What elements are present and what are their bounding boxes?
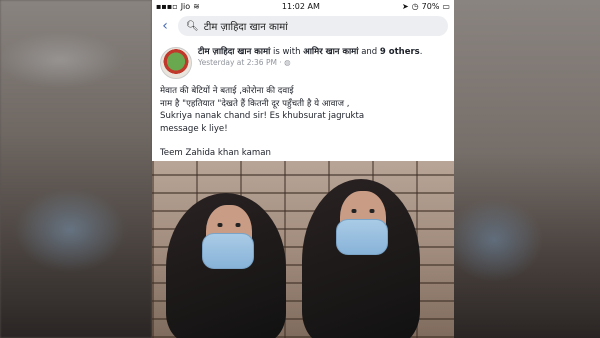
- search-icon: 🔍︎: [186, 20, 199, 32]
- location-icon: ➤: [401, 2, 409, 11]
- wifi-icon: ≋: [193, 2, 200, 11]
- clock: 11:02 AM: [281, 2, 320, 11]
- others-link[interactable]: 9 others: [380, 47, 420, 57]
- author-link[interactable]: टीम ज़ाहिदा खान कामां: [198, 47, 270, 57]
- body-line: नाम है "एहतियात "देखते हैं कितनी दूर पहु…: [160, 98, 350, 109]
- body-line: message k liye!: [160, 123, 228, 134]
- post-meta: Yesterday at 2:36 PM · ◍: [198, 58, 291, 67]
- search-bar: ‹ 🔍︎ टीम ज़ाहिदा खान कामां: [152, 13, 454, 39]
- backdrop-left: [0, 0, 152, 338]
- girl-left: [166, 193, 286, 338]
- search-query: टीम ज़ाहिदा खान कामां: [203, 22, 288, 33]
- post-author-line: टीम ज़ाहिदा खान कामां is with आमिर खान क…: [198, 47, 423, 57]
- carrier-label: Jio: [180, 2, 191, 11]
- body-line: मेवात की बेटियों ने बताई ,कोरोना की दवाई: [160, 86, 294, 96]
- body-line: Sukriya nanak chand sir! Es khubsurat ja…: [160, 111, 365, 121]
- post-body: मेवात की बेटियों ने बताई ,कोरोना की दवाई…: [152, 79, 454, 160]
- and-text: and: [361, 47, 378, 57]
- battery-percent: 70%: [421, 2, 440, 11]
- signal-icon: ▪▪▪▫: [156, 2, 178, 11]
- girl-right: [302, 179, 420, 338]
- face-mask: [336, 219, 388, 255]
- post-video[interactable]: [152, 161, 454, 338]
- phone-screenshot: ▪▪▪▫ Jio ≋ 11:02 AM ➤ ◷ 70% ▭ ‹ 🔍︎ टीम ज…: [152, 0, 454, 338]
- alarm-icon: ◷: [411, 2, 419, 11]
- battery-icon: ▭: [442, 2, 450, 11]
- globe-icon: ◍: [284, 58, 291, 67]
- avatar[interactable]: [160, 47, 192, 79]
- with-text: is with: [272, 47, 301, 57]
- post-signoff: Teem Zahida khan kaman: [160, 148, 271, 158]
- post-timestamp[interactable]: Yesterday at 2:36 PM: [198, 58, 277, 67]
- search-input[interactable]: 🔍︎ टीम ज़ाहिदा खान कामां: [178, 16, 448, 36]
- backdrop-right: [454, 0, 600, 338]
- post-header: टीम ज़ाहिदा खान कामां is with आमिर खान क…: [152, 41, 454, 79]
- tagged-link[interactable]: आमिर खान कामां: [303, 47, 358, 57]
- back-arrow-icon[interactable]: ‹: [158, 18, 172, 34]
- status-bar: ▪▪▪▫ Jio ≋ 11:02 AM ➤ ◷ 70% ▭: [152, 0, 454, 13]
- face-mask: [202, 233, 254, 269]
